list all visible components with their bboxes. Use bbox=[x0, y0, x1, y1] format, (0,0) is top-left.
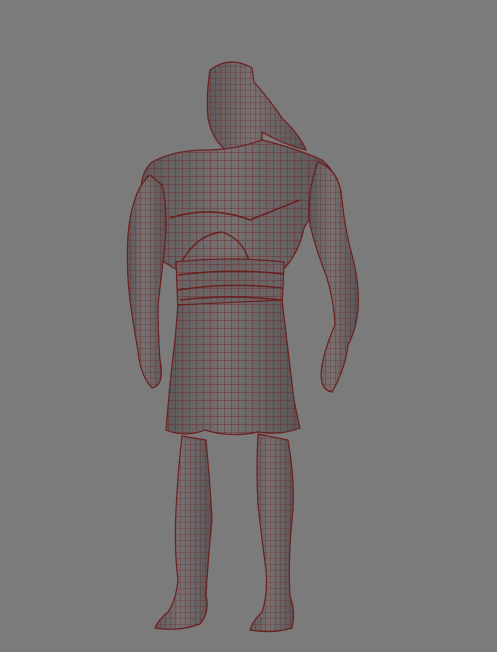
model-leg-left[interactable] bbox=[154, 435, 213, 630]
model-skirt[interactable] bbox=[165, 299, 301, 436]
character-wireframe-model[interactable] bbox=[0, 0, 497, 652]
model-leg-right[interactable] bbox=[249, 433, 295, 633]
model-torso[interactable] bbox=[140, 139, 335, 271]
3d-viewport[interactable] bbox=[0, 0, 497, 652]
model-arm-right[interactable] bbox=[308, 161, 359, 393]
model-head[interactable] bbox=[206, 61, 307, 154]
model-arm-left[interactable] bbox=[126, 174, 167, 389]
